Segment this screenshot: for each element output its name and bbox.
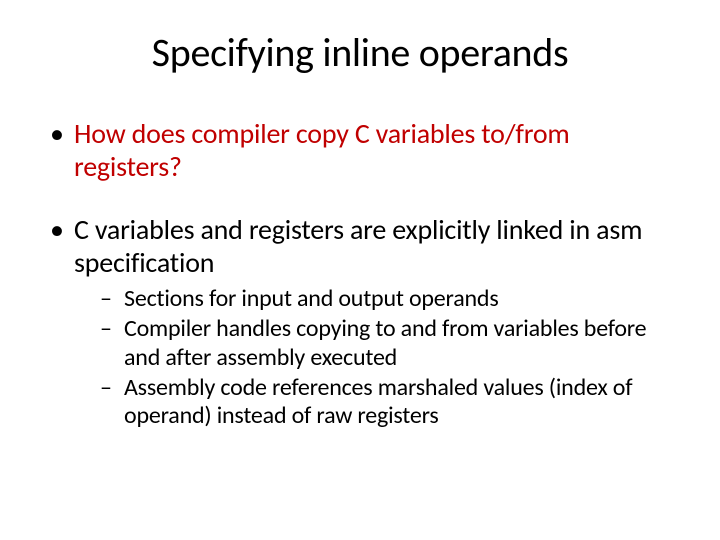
sub-bullet-text: Sections for input and output operands bbox=[124, 284, 499, 313]
sub-bullet-text: Compiler handles copying to and from var… bbox=[124, 314, 646, 371]
slide-title: Specifying inline operands bbox=[44, 28, 676, 77]
list-item: Compiler handles copying to and from var… bbox=[74, 315, 676, 372]
list-item: How does compiler copy C variables to/fr… bbox=[44, 117, 676, 183]
list-item: C variables and registers are explicitly… bbox=[44, 213, 676, 431]
list-item: Sections for input and output operands bbox=[74, 285, 676, 313]
slide: Specifying inline operands How does comp… bbox=[0, 0, 720, 540]
sub-bullet-list: Sections for input and output operands C… bbox=[74, 285, 676, 431]
bullet-list: How does compiler copy C variables to/fr… bbox=[44, 117, 676, 431]
bullet-text: C variables and registers are explicitly… bbox=[74, 212, 642, 280]
bullet-text: How does compiler copy C variables to/fr… bbox=[74, 116, 570, 184]
sub-bullet-text: Assembly code references marshaled value… bbox=[124, 373, 632, 430]
list-item: Assembly code references marshaled value… bbox=[74, 374, 676, 431]
